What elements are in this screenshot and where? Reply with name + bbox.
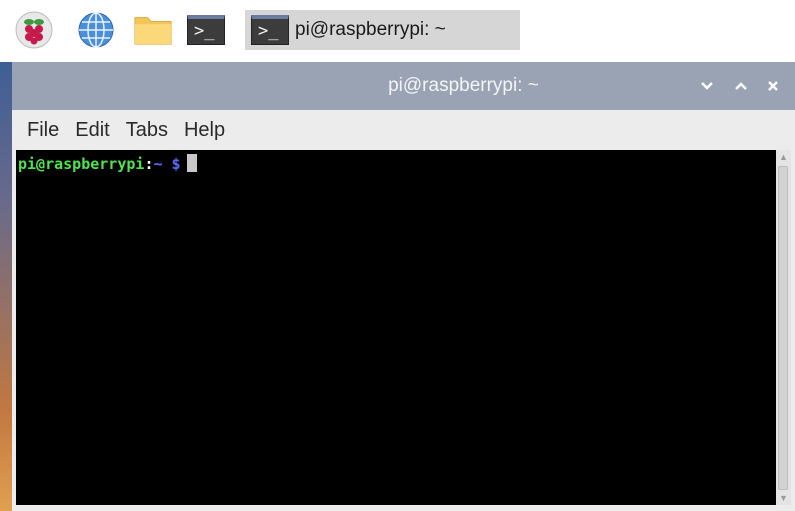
taskbar: >_ >_ pi@raspberrypi: ~ <box>0 0 795 62</box>
menu-bar: File Edit Tabs Help <box>12 110 795 150</box>
scroll-down-arrow-icon[interactable]: ▼ <box>779 493 788 503</box>
web-browser-globe-icon <box>78 12 114 48</box>
prompt-dollar: $ <box>171 155 181 173</box>
chevron-down-icon <box>701 82 713 90</box>
shell-prompt: pi@raspberrypi:~ $ <box>18 154 197 174</box>
vertical-scrollbar[interactable]: ▲ ▼ <box>776 150 791 505</box>
terminal-window: pi@raspberrypi: ~ File Edit Tabs Help pi… <box>12 62 795 511</box>
taskbar-app-terminal[interactable]: >_ pi@raspberrypi: ~ <box>245 10 520 50</box>
text-cursor <box>186 154 197 172</box>
minimize-button[interactable] <box>695 74 719 98</box>
scroll-up-arrow-icon[interactable]: ▲ <box>779 152 788 162</box>
close-icon <box>768 81 778 91</box>
terminal-icon: >_ <box>251 15 289 45</box>
menu-tabs[interactable]: Tabs <box>126 119 168 142</box>
raspberry-menu-button[interactable] <box>14 11 54 49</box>
window-titlebar[interactable]: pi@raspberrypi: ~ <box>12 62 795 110</box>
maximize-button[interactable] <box>729 74 753 98</box>
close-button[interactable] <box>761 74 785 98</box>
menu-edit[interactable]: Edit <box>75 119 109 142</box>
prompt-user-host: pi@raspberrypi <box>18 155 145 173</box>
terminal-launcher-button[interactable]: >_ <box>186 12 226 48</box>
menu-help[interactable]: Help <box>184 119 225 142</box>
scrollbar-thumb[interactable] <box>778 166 788 490</box>
window-title: pi@raspberrypi: ~ <box>388 75 539 96</box>
chevron-up-icon <box>735 82 747 90</box>
file-manager-button[interactable] <box>133 12 173 48</box>
web-browser-button[interactable] <box>76 12 116 48</box>
terminal-icon: >_ <box>187 15 225 45</box>
terminal-output-area[interactable]: pi@raspberrypi:~ $ <box>16 150 776 505</box>
prompt-path: ~ <box>153 155 163 173</box>
taskbar-app-label: pi@raspberrypi: ~ <box>295 19 446 40</box>
file-manager-folder-icon <box>134 17 172 45</box>
menu-file[interactable]: File <box>27 119 59 142</box>
raspberry-menu-icon <box>15 11 53 49</box>
